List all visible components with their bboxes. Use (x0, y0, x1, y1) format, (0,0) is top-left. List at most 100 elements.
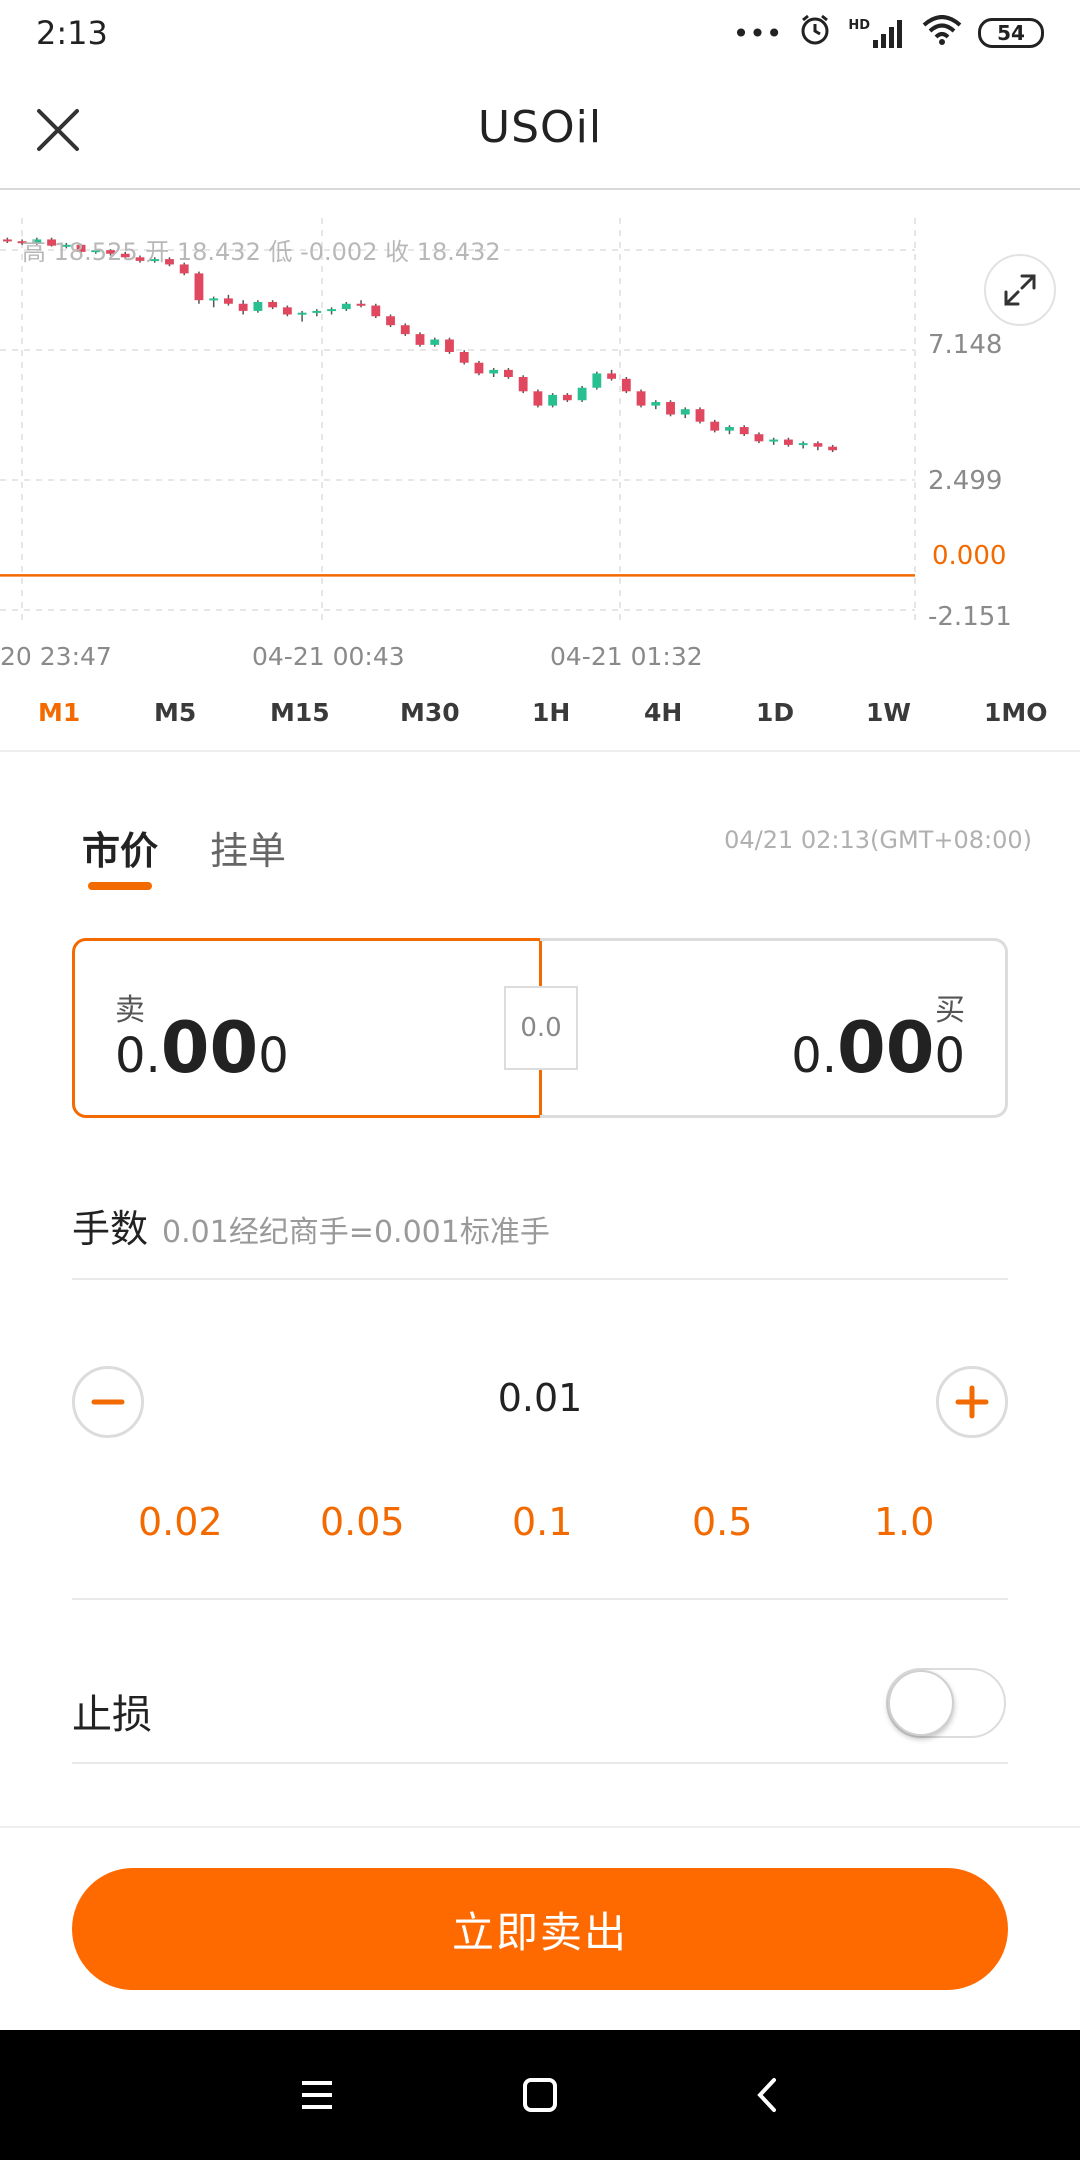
sell-price-box[interactable]: 卖 0.000 (72, 938, 542, 1118)
battery-icon: 54 (978, 18, 1044, 48)
current-price-label: 0.000 (932, 541, 1007, 571)
candle-body (459, 352, 469, 363)
candle-body (548, 394, 558, 406)
lot-stepper: 0.01 (72, 1366, 1008, 1438)
divider (72, 1598, 1008, 1600)
buy-price-last: 0 (934, 1028, 965, 1084)
candle-body (415, 334, 425, 345)
tab-m15[interactable]: M15 (270, 698, 330, 727)
candle-body (268, 301, 278, 308)
timeframe-tabs: M1 M5 M15 M30 1H 4H 1D 1W 1MO (0, 690, 1080, 752)
candle-body (828, 446, 838, 451)
plus-icon (955, 1385, 989, 1419)
header: USOil (0, 66, 1080, 190)
candle-body (504, 369, 513, 378)
candle-body (784, 439, 793, 445)
sell-price: 0.000 (115, 1007, 289, 1089)
candle-body (474, 362, 484, 374)
candle-body (621, 378, 631, 392)
close-button[interactable] (30, 102, 86, 158)
candle-body (282, 307, 292, 315)
candle-body (489, 369, 499, 374)
price-selector: 卖 0.000 买 0.000 0.0 (72, 938, 1008, 1118)
tab-1mo[interactable]: 1MO (984, 698, 1048, 727)
candle-body (386, 316, 395, 326)
home-icon (523, 2078, 557, 2112)
close-icon (37, 109, 79, 151)
buy-price-box[interactable]: 买 0.000 (540, 938, 1008, 1118)
divider (72, 1762, 1008, 1764)
tab-m1[interactable]: M1 (38, 698, 80, 727)
tab-m30[interactable]: M30 (400, 698, 460, 727)
preset-lot-button[interactable]: 0.02 (138, 1500, 223, 1544)
tab-1w[interactable]: 1W (866, 698, 911, 727)
candle-body (813, 443, 823, 447)
active-tab-indicator (88, 882, 152, 890)
candle-body (430, 339, 440, 345)
lot-value[interactable]: 0.01 (72, 1376, 1008, 1420)
candle-body (224, 298, 233, 304)
sell-price-last: 0 (258, 1028, 289, 1084)
menu-button[interactable] (287, 2065, 347, 2125)
footer-separator (0, 1826, 1080, 1828)
x-tick-label: 04-21 00:43 (252, 642, 405, 671)
order-type-tabs: 市价 挂单 (82, 820, 286, 890)
sell-now-button[interactable]: 立即卖出 (72, 1868, 1008, 1990)
sell-price-int: 0. (115, 1028, 161, 1084)
candle-body (562, 394, 572, 401)
tab-market-order[interactable]: 市价 (82, 820, 158, 890)
candle-body (400, 325, 410, 335)
preset-lot-button[interactable]: 0.05 (320, 1500, 405, 1544)
candle-body (238, 303, 248, 311)
candle-body (194, 273, 204, 301)
wifi-icon (922, 14, 962, 52)
y-tick-label: -2.151 (928, 602, 1012, 632)
candle-body (592, 373, 602, 388)
tab-4h[interactable]: 4H (644, 698, 682, 727)
tab-m5[interactable]: M5 (154, 698, 196, 727)
back-button[interactable] (738, 2065, 798, 2125)
stop-loss-label: 止损 (72, 1692, 152, 1738)
tab-1d[interactable]: 1D (756, 698, 794, 727)
candle-body (754, 434, 764, 442)
fullscreen-button[interactable] (984, 254, 1056, 326)
price-chart[interactable]: 高 18.525 开 18.432 低 -0.002 收 18.432 7.14… (0, 190, 1080, 680)
candle-body (518, 377, 528, 392)
candle-body (651, 402, 661, 406)
home-button[interactable] (510, 2065, 570, 2125)
candle-body (356, 303, 366, 306)
candle-body (666, 402, 675, 415)
candle-body (327, 309, 336, 312)
menu-icon (302, 2081, 332, 2109)
candle-body (769, 439, 779, 442)
candle-body (680, 409, 690, 415)
preset-lot-button[interactable]: 1.0 (874, 1500, 934, 1544)
sell-price-digits: 00 (160, 1007, 259, 1089)
preset-lot-button[interactable]: 0.1 (512, 1500, 572, 1544)
status-icons: ••• HD 54 (733, 13, 1044, 54)
candle-body (577, 387, 587, 401)
candle-body (312, 310, 322, 313)
candle-body (607, 373, 616, 379)
tab-pending-order[interactable]: 挂单 (210, 820, 286, 875)
candle-body (710, 421, 720, 431)
increase-lot-button[interactable] (936, 1366, 1008, 1438)
system-nav-bar (0, 2030, 1080, 2160)
expand-icon (1004, 274, 1036, 306)
tab-1h[interactable]: 1H (532, 698, 570, 727)
stop-loss-toggle[interactable] (886, 1668, 1006, 1738)
buy-price: 0.000 (791, 1007, 965, 1089)
lots-header: 手数 0.01经纪商手=0.001标准手 (72, 1198, 1008, 1280)
page-title: USOil (477, 101, 603, 153)
tab-pending-label: 挂单 (210, 829, 287, 873)
lots-title: 手数 (72, 1207, 149, 1251)
x-tick-label: 20 23:47 (0, 642, 112, 671)
candle-body (2, 239, 12, 242)
preset-lot-button[interactable]: 0.5 (692, 1500, 752, 1544)
alarm-icon (798, 13, 832, 54)
buy-price-int: 0. (791, 1028, 838, 1084)
candle-body (725, 427, 734, 431)
candle-body (445, 339, 454, 352)
status-time: 2:13 (36, 14, 108, 52)
candle-body (695, 409, 705, 422)
